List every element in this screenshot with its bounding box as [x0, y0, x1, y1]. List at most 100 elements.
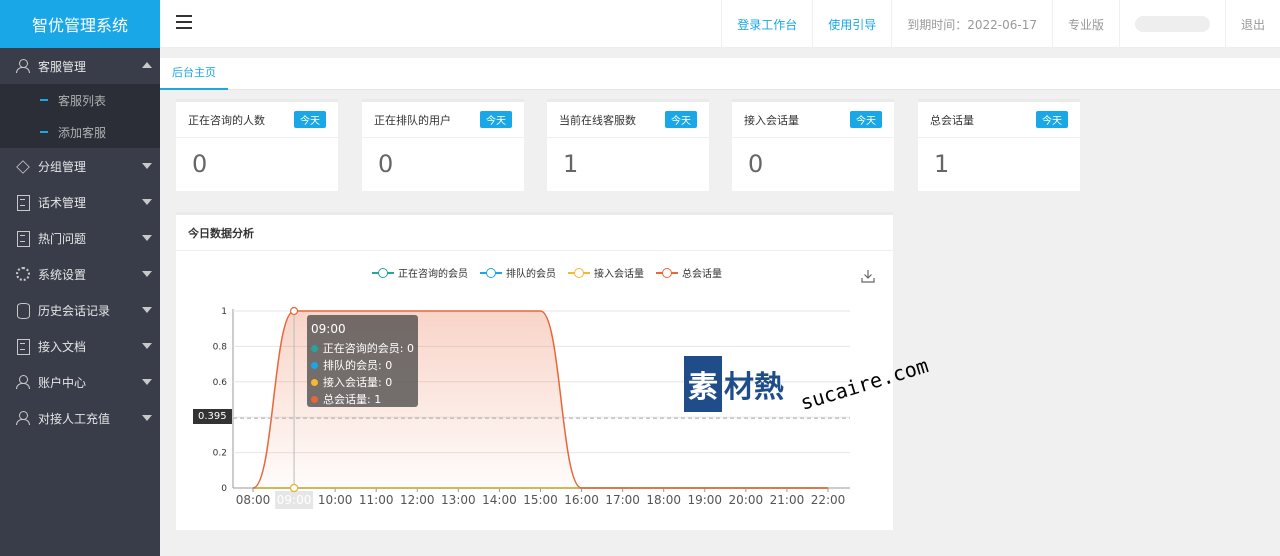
legend-label: 接入会话量 — [594, 269, 644, 280]
app-logo: 智优管理系统 — [0, 0, 160, 48]
page-tabs: 后台主页 — [160, 58, 1280, 90]
tooltip-title: 09:00 — [311, 322, 346, 336]
stat-card-online-agents: 当前在线客服数 今天 1 — [547, 99, 709, 191]
stat-card-accessed-sessions: 接入会话量 今天 0 — [732, 99, 894, 191]
document-icon — [16, 339, 30, 355]
stat-card-queue: 正在排队的用户 今天 0 — [362, 99, 524, 191]
sidebar-item-label: 热门问题 — [38, 231, 87, 246]
tab-home[interactable]: 后台主页 — [160, 58, 228, 90]
series-dot-icon — [311, 396, 318, 403]
guide-link[interactable]: 使用引导 — [812, 0, 891, 48]
submenu-item-label: 添加客服 — [58, 125, 107, 140]
chevron-down-icon — [142, 199, 152, 205]
user-icon — [16, 375, 30, 389]
legend-label: 排队的会员 — [506, 269, 556, 280]
stat-card-consulting: 正在咨询的人数 今天 0 — [176, 99, 338, 191]
today-badge: 今天 — [850, 111, 882, 128]
submenu-item-label: 客服列表 — [58, 93, 107, 108]
sidebar-item-label: 话术管理 — [38, 195, 87, 210]
user-icon — [16, 411, 30, 425]
legend-item-consulting[interactable]: 正在咨询的会员 — [372, 265, 468, 280]
axis-pointer-label: 0.395 — [193, 409, 232, 424]
tooltip-row: 总会话量: 1 — [311, 391, 414, 408]
user-menu[interactable] — [1118, 0, 1225, 48]
chevron-down-icon — [142, 379, 152, 385]
chevron-down-icon — [142, 415, 152, 421]
series-dot-icon — [311, 362, 318, 369]
card-title: 接入会话量 — [744, 113, 799, 127]
series-dot-icon — [311, 379, 318, 386]
tooltip-row-text: 正在咨询的会员: 0 — [322, 342, 414, 355]
download-icon[interactable] — [861, 269, 875, 283]
tooltip-row-text: 排队的会员: 0 — [323, 359, 393, 372]
card-title: 当前在线客服数 — [559, 113, 636, 127]
card-title: 正在咨询的人数 — [188, 113, 265, 127]
analysis-panel: 今日数据分析 正在咨询的会员 排队的会员 接入会话量 总会话量 — [176, 212, 893, 530]
sidebar-item-hot-questions[interactable]: 热门问题 — [0, 220, 160, 256]
sidebar-item-label: 对接人工充值 — [38, 411, 111, 426]
legend-label: 总会话量 — [682, 269, 722, 280]
chart-legend: 正在咨询的会员 排队的会员 接入会话量 总会话量 — [372, 265, 734, 280]
chevron-down-icon — [142, 235, 152, 241]
legend-item-total[interactable]: 总会话量 — [656, 265, 722, 280]
top-header: 登录工作台 使用引导 到期时间：2022-06-17 专业版 退出 — [160, 0, 1280, 48]
card-value: 1 — [563, 150, 579, 178]
menu-toggle-icon[interactable] — [176, 15, 192, 31]
sidebar-item-label: 账户中心 — [38, 375, 87, 390]
document-icon — [16, 231, 30, 247]
gear-icon — [16, 267, 30, 281]
chevron-up-icon — [142, 62, 152, 68]
logout-link[interactable]: 退出 — [1224, 0, 1280, 48]
edition-label: 专业版 — [1051, 0, 1119, 48]
panel-title: 今日数据分析 — [176, 215, 893, 251]
sidebar-item-label: 分组管理 — [38, 159, 87, 174]
tooltip-row: 正在咨询的会员: 0 — [311, 340, 414, 357]
today-badge: 今天 — [665, 111, 697, 128]
sidebar-item-docs[interactable]: 接入文档 — [0, 328, 160, 364]
chevron-down-icon — [142, 163, 152, 169]
dash-icon — [40, 131, 48, 133]
sidebar-item-recharge[interactable]: 对接人工充值 — [0, 400, 160, 436]
expire-date: 到期时间：2022-06-17 — [891, 0, 1052, 48]
tooltip-row-text: 总会话量: 1 — [323, 393, 382, 406]
legend-label: 正在咨询的会员 — [398, 269, 468, 280]
chevron-down-icon — [142, 271, 152, 277]
submenu-item-add-agent[interactable]: 添加客服 — [0, 116, 160, 148]
sidebar-item-label: 接入文档 — [38, 339, 87, 354]
sidebar-item-label: 客服管理 — [38, 59, 87, 74]
sidebar: 智优管理系统 客服管理 客服列表 添加客服 分组管理 话术管理 热门问题 系统设… — [0, 0, 160, 556]
username-redacted — [1134, 16, 1210, 32]
database-icon — [16, 303, 30, 319]
chart-tooltip: 09:00 正在咨询的会员: 0 排队的会员: 0 接入会话量: 0 总会话量:… — [307, 315, 418, 407]
today-badge: 今天 — [294, 111, 326, 128]
sidebar-item-label: 历史会话记录 — [38, 303, 111, 318]
dash-icon — [40, 99, 48, 101]
card-value: 0 — [378, 150, 394, 178]
sidebar-item-label: 系统设置 — [38, 267, 87, 282]
watermark-text: 材熱 — [724, 370, 784, 405]
user-icon — [16, 59, 30, 73]
watermark-badge: 素 — [684, 356, 722, 412]
sidebar-item-history[interactable]: 历史会话记录 — [0, 292, 160, 328]
series-dot-icon — [311, 345, 318, 352]
card-title: 正在排队的用户 — [374, 113, 451, 127]
tooltip-row-text: 接入会话量: 0 — [323, 376, 393, 389]
sidebar-item-groups[interactable]: 分组管理 — [0, 148, 160, 184]
sidebar-item-scripts[interactable]: 话术管理 — [0, 184, 160, 220]
submenu-item-agent-list[interactable]: 客服列表 — [0, 84, 160, 116]
card-value: 1 — [934, 150, 950, 178]
legend-item-queue[interactable]: 排队的会员 — [480, 265, 556, 280]
sidebar-item-customer-service[interactable]: 客服管理 — [0, 48, 160, 84]
tooltip-row: 接入会话量: 0 — [311, 374, 414, 391]
legend-item-accessed[interactable]: 接入会话量 — [568, 265, 644, 280]
card-value: 0 — [748, 150, 764, 178]
chevron-down-icon — [142, 307, 152, 313]
sidebar-item-account[interactable]: 账户中心 — [0, 364, 160, 400]
stat-card-total-sessions: 总会话量 今天 1 — [918, 99, 1080, 191]
today-badge: 今天 — [480, 111, 512, 128]
card-value: 0 — [192, 150, 208, 178]
watermark-logo: 素 材熱 — [684, 356, 784, 412]
tooltip-row: 排队的会员: 0 — [311, 357, 414, 374]
sidebar-item-settings[interactable]: 系统设置 — [0, 256, 160, 292]
workbench-link[interactable]: 登录工作台 — [721, 0, 812, 48]
